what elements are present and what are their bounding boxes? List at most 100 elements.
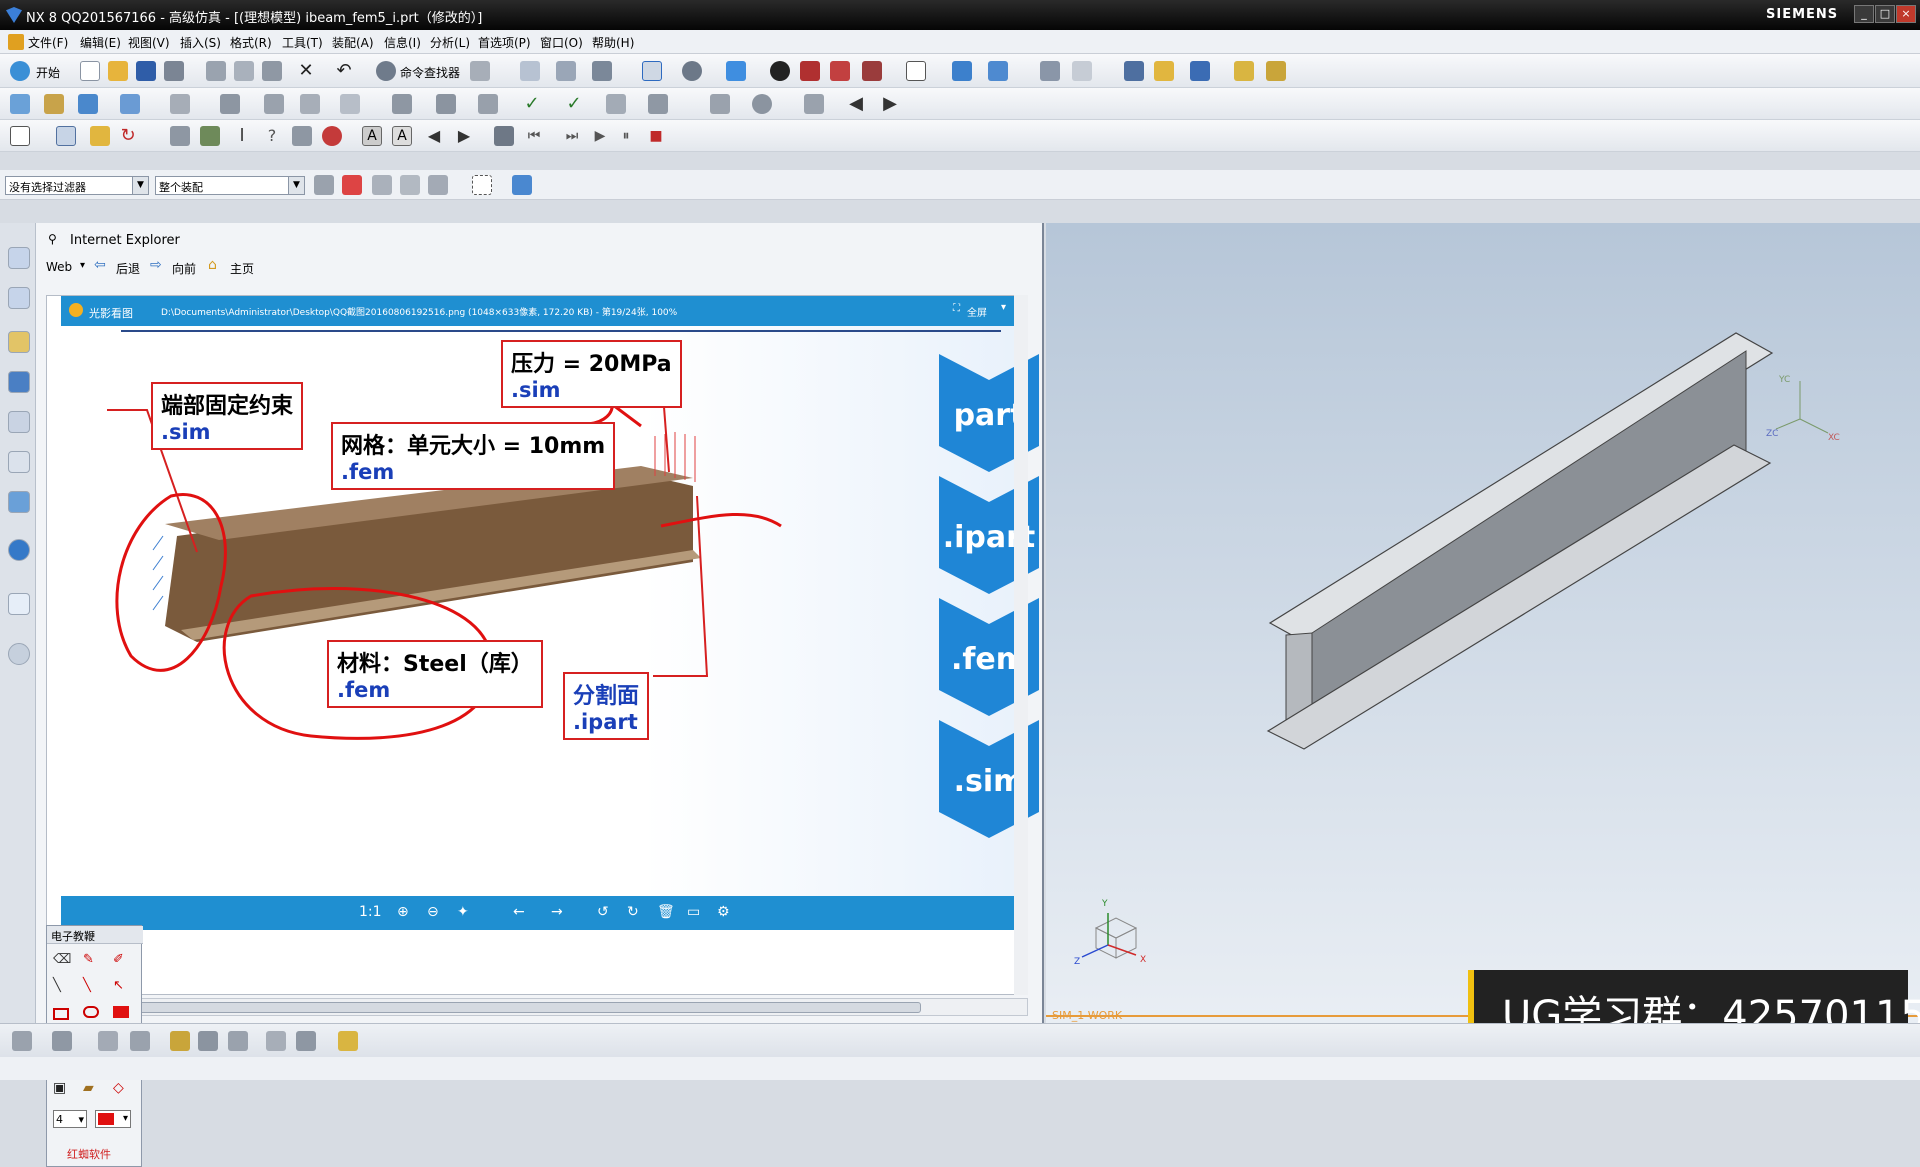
arrow-left-icon[interactable]: ◀ [424, 126, 444, 146]
text-style-icon[interactable]: A [392, 126, 412, 146]
clip-icon[interactable] [44, 94, 64, 114]
command-finder-button[interactable]: 命令查找器 [400, 64, 460, 81]
zoom-out-icon[interactable]: ⊖ [427, 904, 439, 920]
assembly-scope-combo[interactable]: 整个装配 ▼ [155, 176, 305, 195]
pen-size-select[interactable]: 4 ▾ [53, 1110, 87, 1128]
magic-tool-icon[interactable]: ✦ [457, 904, 469, 920]
viewer-menu-icon[interactable]: ▾ [1001, 302, 1006, 313]
connection-icon[interactable] [264, 94, 284, 114]
shaded-cube-icon[interactable] [726, 61, 746, 81]
blank-page-icon[interactable] [10, 126, 30, 146]
menu-format[interactable]: 格式(R) [230, 34, 272, 51]
folder-icon[interactable]: ▭ [687, 904, 700, 920]
menu-preferences[interactable]: 首选项(P) [478, 34, 531, 51]
menu-file[interactable]: 文件(F) [28, 34, 68, 51]
menu-view[interactable]: 视图(V) [128, 34, 170, 51]
save-icon[interactable] [136, 61, 156, 81]
web-browser-icon[interactable] [8, 539, 30, 561]
drag-icon[interactable] [1154, 61, 1174, 81]
constraint-icon[interactable] [170, 94, 190, 114]
ellipse-icon[interactable] [83, 1006, 99, 1018]
undo-icon[interactable]: ↶ [334, 61, 354, 81]
refresh-icon[interactable]: ↻ [118, 126, 138, 146]
arrow-icon[interactable]: ↖ [113, 978, 131, 996]
home-icon[interactable]: ⌂ [208, 257, 217, 273]
relative-icon[interactable] [228, 1031, 248, 1051]
group-icon[interactable] [338, 1031, 358, 1051]
hole-icon[interactable] [200, 126, 220, 146]
pin-icon[interactable]: ⚲ [48, 232, 57, 246]
open-icon[interactable]: ▰ [83, 1080, 101, 1098]
save-icon[interactable]: ▣ [53, 1080, 71, 1098]
cube-view-icon[interactable] [830, 61, 850, 81]
menu-window[interactable]: 窗口(O) [540, 34, 583, 51]
previous-icon[interactable]: ◀ [846, 94, 866, 114]
node-icon[interactable] [340, 94, 360, 114]
pen-icon[interactable] [90, 126, 110, 146]
new-file-icon[interactable] [80, 61, 100, 81]
fullscreen-icon[interactable]: ⛶ [953, 303, 960, 314]
graphics-viewport[interactable]: YC ZC XC Y Z X SIM_1 WORK [1046, 223, 1920, 1023]
view-orient-icon[interactable] [12, 1031, 32, 1051]
plane-icon[interactable] [170, 1031, 190, 1051]
forward-button[interactable]: 向前 [172, 260, 196, 277]
palette-icon[interactable] [8, 491, 30, 513]
snap-icon[interactable] [1124, 61, 1144, 81]
part-navigator-icon[interactable] [8, 331, 30, 353]
animate-icon[interactable] [804, 94, 824, 114]
measure-icon[interactable] [592, 61, 612, 81]
sim-file-icon[interactable] [10, 94, 30, 114]
menu-edit[interactable]: 编辑(E) [80, 34, 121, 51]
app-menu-icon[interactable] [8, 34, 24, 50]
copy-icon[interactable] [234, 61, 254, 81]
pen-color-select[interactable]: ▾ [95, 1110, 131, 1128]
report-icon[interactable] [648, 94, 668, 114]
joint-icon[interactable] [300, 94, 320, 114]
mesh-icon[interactable] [78, 94, 98, 114]
point-icon[interactable] [98, 1031, 118, 1051]
chevron-down-icon[interactable]: ▼ [288, 177, 304, 194]
help-icon[interactable]: ? [262, 126, 282, 146]
chevron-down-icon[interactable]: ▾ [80, 260, 85, 271]
gear-icon[interactable] [314, 175, 334, 195]
pause-icon[interactable]: ⏸ [616, 126, 636, 146]
menu-analysis[interactable]: 分析(L) [430, 34, 470, 51]
document-icon[interactable] [8, 593, 30, 615]
select-edge-icon[interactable] [428, 175, 448, 195]
sketch-icon[interactable] [556, 61, 576, 81]
check-icon[interactable]: ✓ [522, 94, 542, 114]
filled-rectangle-icon[interactable] [113, 1006, 129, 1018]
minimize-button[interactable]: _ [1854, 5, 1874, 23]
scrollbar-thumb[interactable] [61, 1002, 921, 1013]
next-icon[interactable]: ▶ [880, 94, 900, 114]
highlighter-icon[interactable]: ✐ [113, 952, 131, 970]
open-folder-icon[interactable] [108, 61, 128, 81]
clock-icon[interactable] [8, 643, 30, 665]
mirror-icon[interactable] [296, 1031, 316, 1051]
chevron-down-icon[interactable]: ▼ [132, 177, 148, 194]
select-icon[interactable] [372, 175, 392, 195]
red-line-icon[interactable]: ╲ [83, 978, 101, 996]
clear-icon[interactable]: ◇ [113, 1080, 131, 1098]
zoom-actual-button[interactable]: 1:1 [359, 904, 382, 920]
red-cube-icon[interactable] [800, 61, 820, 81]
hammer-icon[interactable] [470, 61, 490, 81]
snap-point-icon[interactable] [342, 175, 362, 195]
display-mode-icon[interactable] [770, 61, 790, 81]
skip-back-icon[interactable]: ⏮ [524, 126, 544, 146]
home-button[interactable]: 主页 [230, 260, 254, 277]
trash-icon[interactable]: 🗑 [657, 904, 675, 920]
color-icon[interactable] [322, 126, 342, 146]
ie-horizontal-scrollbar[interactable] [46, 998, 1028, 1016]
menu-information[interactable]: 信息(I) [384, 34, 421, 51]
layer-icon[interactable] [1040, 61, 1060, 81]
step-icon[interactable]: ⏭ [562, 126, 582, 146]
simulation-navigator-icon[interactable] [8, 371, 30, 393]
assembly-navigator-icon[interactable] [8, 247, 30, 269]
chevron-down-icon[interactable]: ▾ [123, 1113, 128, 1124]
grid-icon[interactable] [56, 126, 76, 146]
back-arrow-icon[interactable]: ⇦ [94, 257, 106, 273]
orient-view-icon[interactable] [862, 61, 882, 81]
fullscreen-button[interactable]: 全屏 [967, 304, 987, 319]
print-icon[interactable] [164, 61, 184, 81]
